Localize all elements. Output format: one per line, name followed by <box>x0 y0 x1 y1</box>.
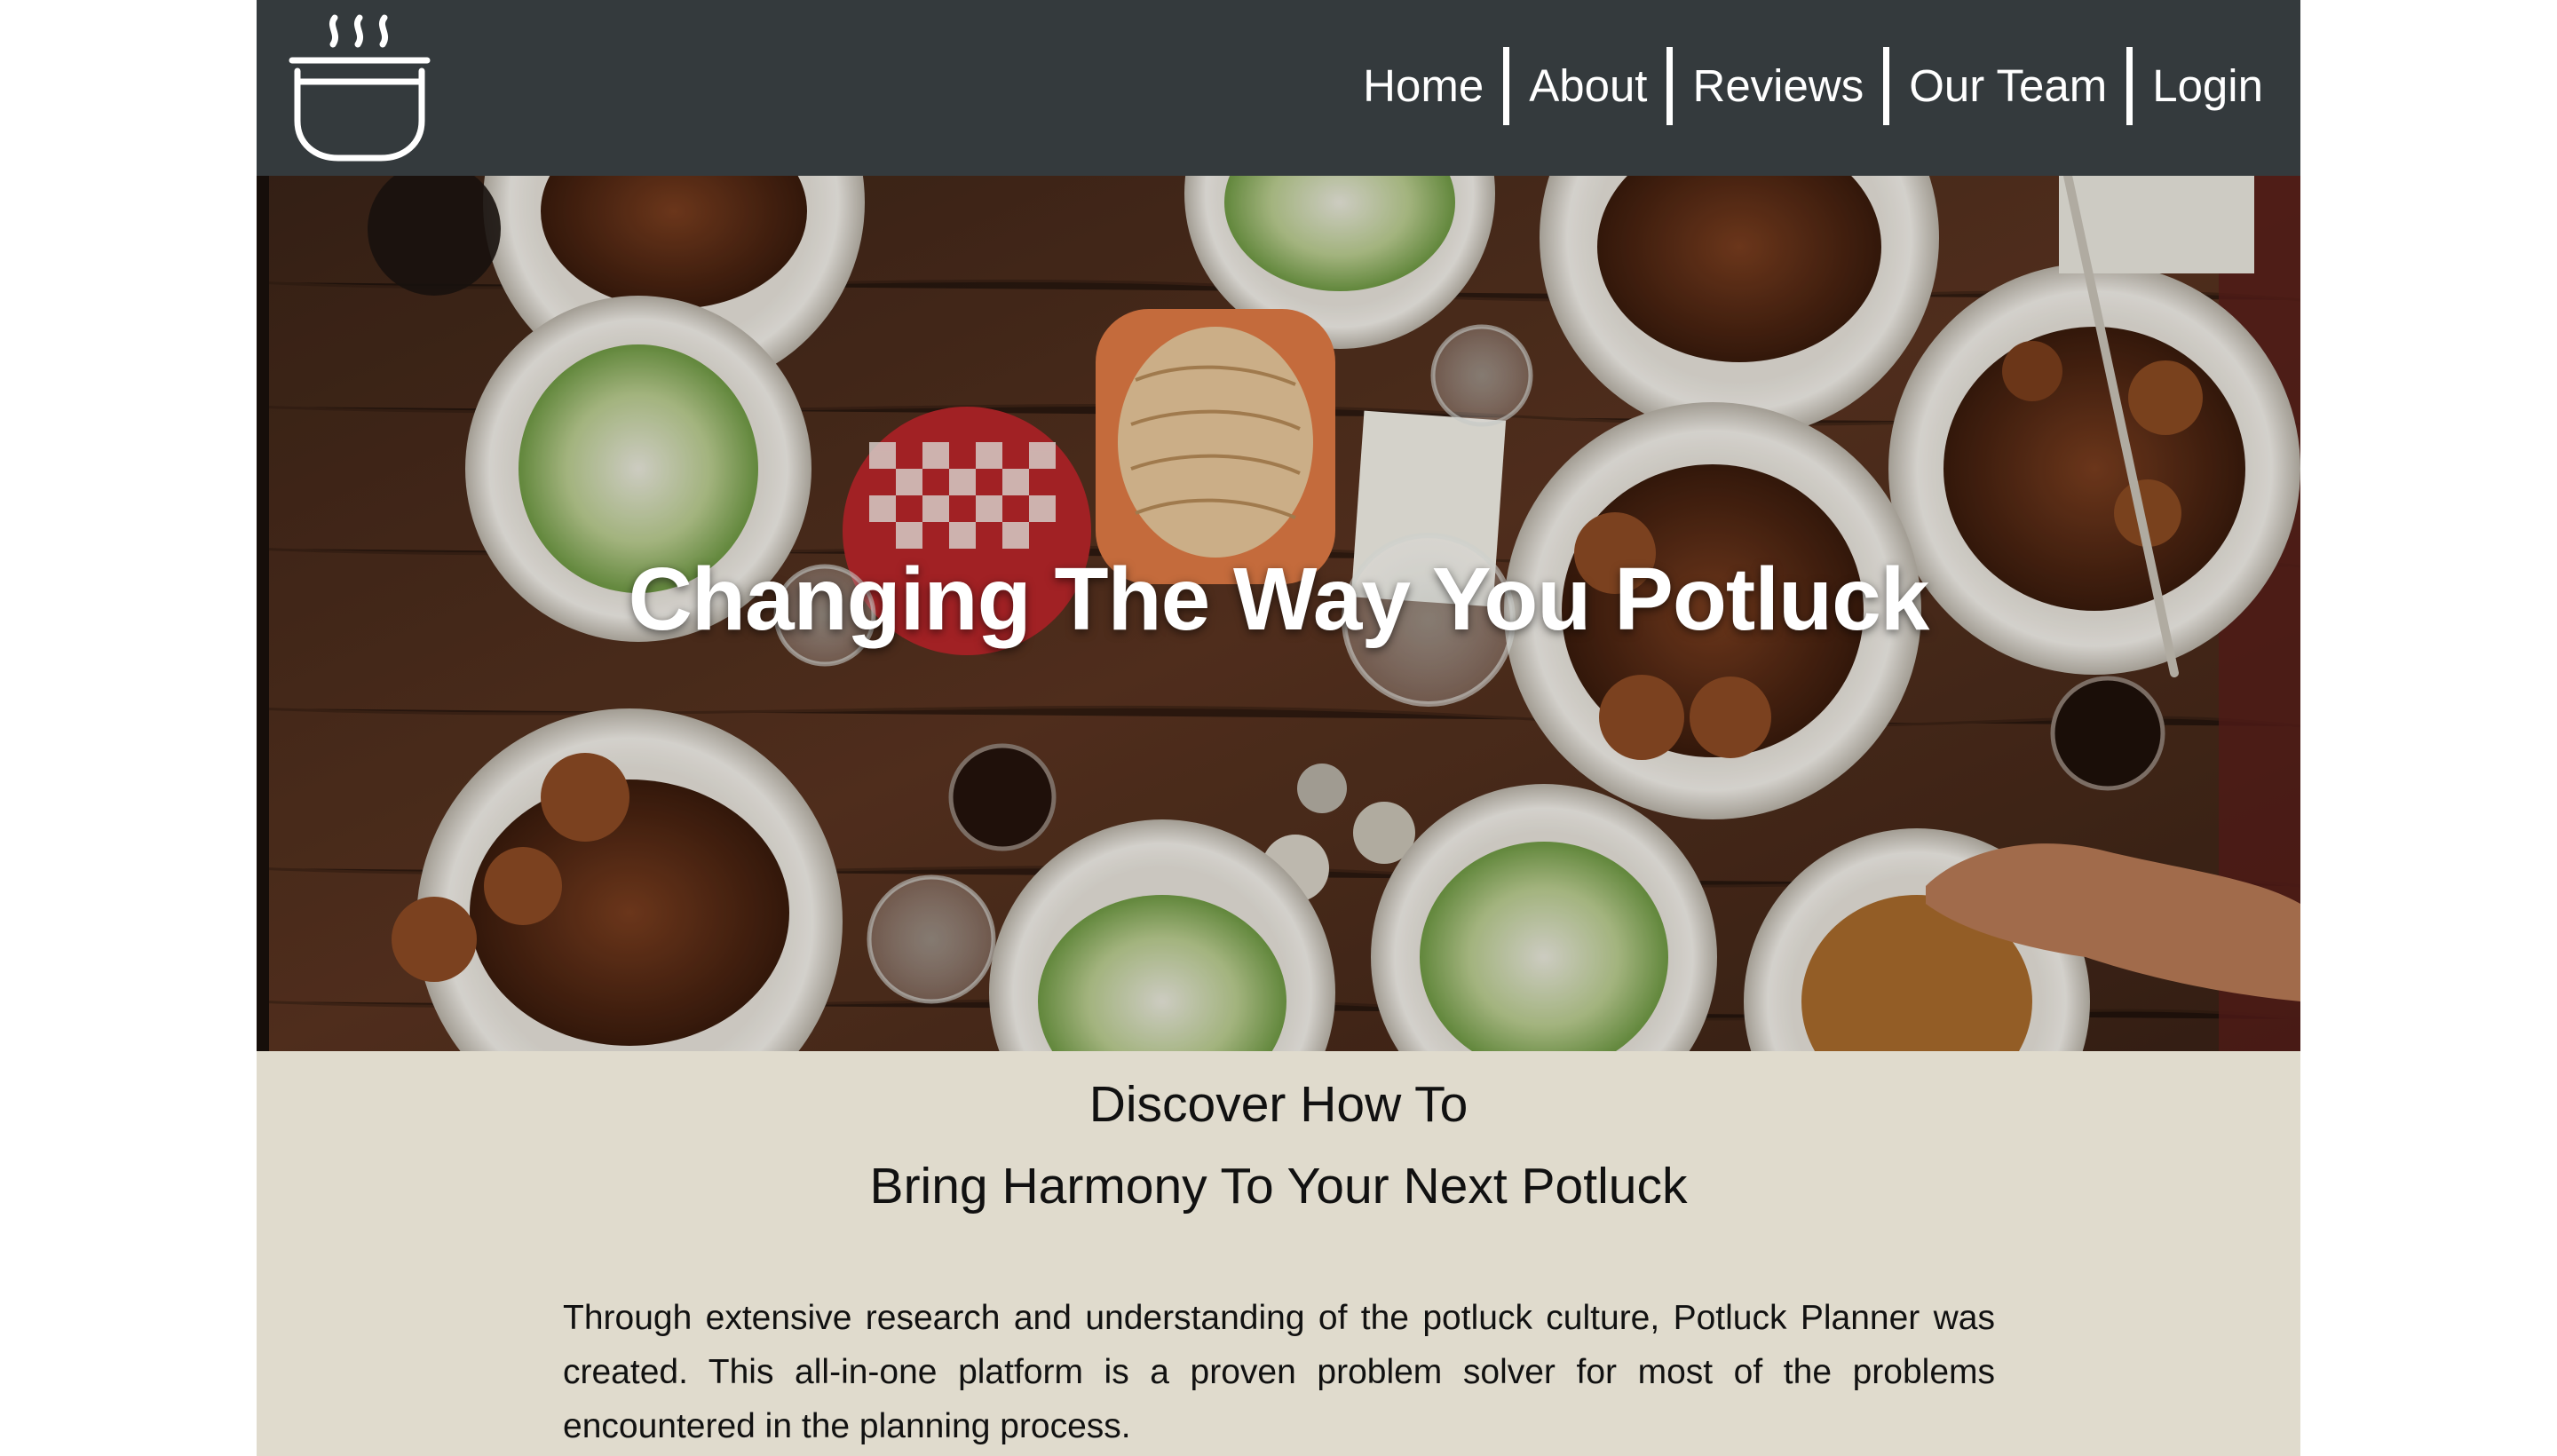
hero-title: Changing The Way You Potluck <box>628 550 1930 649</box>
site-header: Home About Reviews Our Team Login <box>257 0 2300 176</box>
hero-section: Changing The Way You Potluck <box>257 176 2300 1051</box>
nav-divider <box>2126 47 2133 125</box>
intro-heading-line2: Bring Harmony To Your Next Potluck <box>869 1158 1688 1215</box>
intro-heading-line1: Discover How To <box>1089 1076 1468 1133</box>
cooking-pot-icon[interactable] <box>289 14 431 162</box>
page: Home About Reviews Our Team Login Changi… <box>257 0 2300 1456</box>
nav-about-link[interactable]: About <box>1509 46 1666 126</box>
intro-heading: Discover How To Bring Harmony To Your Ne… <box>257 1064 2300 1227</box>
intro-body-text: Through extensive research and understan… <box>563 1299 1995 1445</box>
nav-our-team-link[interactable]: Our Team <box>1889 46 2126 126</box>
nav-divider <box>1503 47 1510 125</box>
nav-login-link[interactable]: Login <box>2133 46 2283 126</box>
nav-divider <box>1883 47 1890 125</box>
main-nav: Home About Reviews Our Team Login <box>1343 46 2283 126</box>
nav-reviews-link[interactable]: Reviews <box>1673 46 1883 126</box>
nav-home-link[interactable]: Home <box>1343 46 1503 126</box>
intro-section: Discover How To Bring Harmony To Your Ne… <box>257 1051 2300 1456</box>
nav-divider <box>1666 47 1674 125</box>
